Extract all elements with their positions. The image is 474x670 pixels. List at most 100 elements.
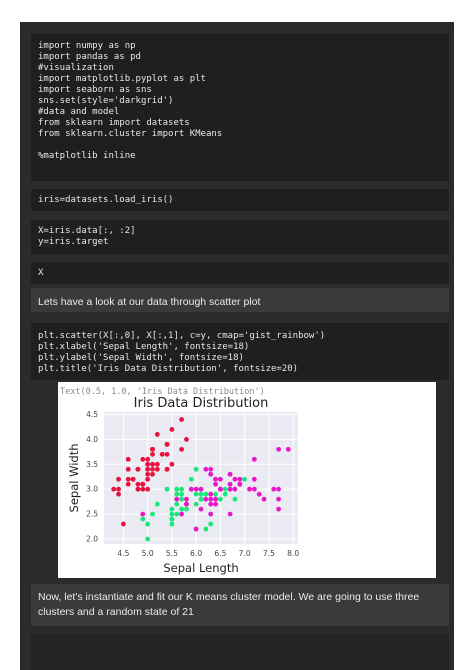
data-point-class-0: [125, 481, 131, 487]
data-point-class-2: [179, 511, 184, 517]
chart-title: Iris Data Distribution: [134, 396, 269, 411]
data-point-class-1: [193, 501, 199, 507]
data-point-class-1: [179, 491, 184, 497]
data-point-class-0: [135, 481, 141, 487]
data-point-class-1: [203, 491, 209, 497]
data-point-class-1: [174, 501, 180, 507]
code-line: plt.scatter(X[:,0], X[:,1], c=y, cmap='g…: [38, 331, 326, 341]
code-cell-imports[interactable]: import numpy as np import pandas as pd #…: [31, 34, 449, 181]
y-tick-label: 4.5: [86, 410, 98, 419]
code-cell-x[interactable]: X: [31, 262, 449, 284]
data-point-class-2: [276, 496, 281, 502]
data-point-class-0: [116, 491, 121, 497]
x-tick-label: 4.5: [117, 549, 129, 558]
data-point-class-2: [271, 486, 277, 492]
data-point-class-0: [140, 456, 146, 462]
data-point-class-2: [285, 446, 291, 452]
data-point-class-2: [188, 486, 194, 492]
data-point-class-1: [242, 476, 248, 482]
data-point-class-2: [208, 471, 214, 477]
code-cell-xy[interactable]: X=iris.data[:, :2] y=iris.target: [31, 220, 449, 254]
data-point-class-1: [179, 496, 184, 502]
data-point-class-0: [150, 471, 155, 477]
code-xy: X=iris.data[:, :2] y=iris.target: [31, 220, 449, 248]
y-tick-label: 3.5: [86, 460, 98, 469]
markdown-kmeans-text: Now, let's instantiate and fit our K mea…: [38, 591, 420, 618]
data-point-class-2: [140, 511, 146, 517]
data-point-class-0: [145, 456, 151, 462]
data-point-class-0: [164, 441, 170, 447]
code-line: X=iris.data[:, :2]: [38, 226, 136, 236]
y-tick-label: 2.0: [86, 535, 98, 544]
data-point-class-2: [251, 476, 257, 482]
data-point-class-0: [145, 461, 151, 467]
data-point-class-0: [116, 486, 121, 492]
y-tick-label: 2.5: [86, 510, 98, 519]
data-point-class-2: [232, 476, 238, 482]
data-point-class-0: [140, 481, 146, 487]
data-point-class-0: [145, 466, 151, 472]
data-point-class-1: [140, 516, 146, 522]
data-point-class-1: [169, 511, 175, 517]
x-tick-label: 7.5: [263, 549, 275, 558]
code-line: #visualization: [38, 63, 114, 73]
data-point-class-0: [179, 417, 184, 422]
code-line: import pandas as pd: [38, 52, 141, 62]
data-point-class-2: [213, 496, 218, 502]
code-line: %matplotlib inline: [38, 151, 136, 161]
data-point-class-0: [159, 451, 165, 457]
data-point-class-0: [121, 521, 126, 527]
data-point-class-0: [135, 466, 141, 472]
scatter-chart: Text(0.5, 1.0, 'Iris Data Distribution')…: [60, 387, 299, 575]
markdown-scatter-text: Lets have a look at our data through sca…: [38, 296, 261, 308]
data-point-class-1: [179, 486, 184, 492]
x-tick-label: 6.5: [214, 549, 226, 558]
data-point-class-0: [150, 461, 155, 467]
data-point-class-0: [154, 432, 160, 437]
code-line: y=iris.target: [38, 237, 109, 247]
data-point-class-2: [213, 476, 218, 482]
y-tick-label: 4.0: [86, 435, 98, 444]
x-tick-label: 6.0: [190, 549, 202, 558]
x-tick-label: 8.0: [287, 549, 299, 558]
data-point-class-2: [218, 476, 223, 482]
code-line: plt.ylabel('Sepal Width', fontsize=18): [38, 353, 244, 363]
data-point-class-1: [222, 491, 228, 497]
x-tick-label: 5.5: [166, 549, 178, 558]
code-line: from sklearn.cluster import KMeans: [38, 129, 223, 139]
code-line: import matplotlib.pyplot as plt: [38, 74, 206, 84]
data-point-class-2: [198, 486, 204, 492]
code-line: import seaborn as sns: [38, 85, 152, 95]
data-point-class-0: [125, 466, 131, 472]
code-line: sns.set(style='darkgrid'): [38, 96, 174, 106]
x-axis-label: Sepal Length: [163, 561, 238, 575]
data-point-class-1: [154, 501, 160, 507]
data-point-class-0: [145, 476, 151, 482]
code-cell-load[interactable]: iris=datasets.load_iris(): [31, 189, 449, 211]
data-point-class-1: [232, 496, 238, 502]
data-point-class-2: [251, 456, 257, 462]
data-point-class-2: [208, 491, 214, 497]
code-cell-scatter[interactable]: plt.scatter(X[:,0], X[:,1], c=y, cmap='g…: [31, 323, 449, 380]
data-point-class-2: [227, 481, 233, 487]
data-point-class-2: [256, 491, 262, 497]
data-point-class-0: [150, 451, 155, 457]
data-point-class-2: [251, 486, 257, 492]
data-point-class-2: [276, 506, 281, 512]
data-point-class-2: [261, 496, 267, 502]
y-tick-label: 3.0: [86, 485, 98, 494]
x-tick-label: 5.0: [142, 549, 154, 558]
code-load: iris=datasets.load_iris(): [38, 195, 174, 205]
data-point-class-0: [169, 427, 175, 432]
code-line: import numpy as np: [38, 41, 136, 51]
data-point-class-2: [237, 476, 243, 482]
code-cell-next[interactable]: [31, 634, 449, 670]
data-point-class-2: [232, 486, 238, 492]
data-point-class-2: [227, 486, 233, 492]
data-point-class-2: [227, 471, 233, 477]
y-axis-label: Sepal Width: [67, 444, 81, 513]
data-point-class-1: [188, 476, 194, 482]
code-line: from sklearn import datasets: [38, 118, 190, 128]
data-point-class-1: [222, 486, 228, 492]
data-point-class-2: [203, 496, 209, 502]
